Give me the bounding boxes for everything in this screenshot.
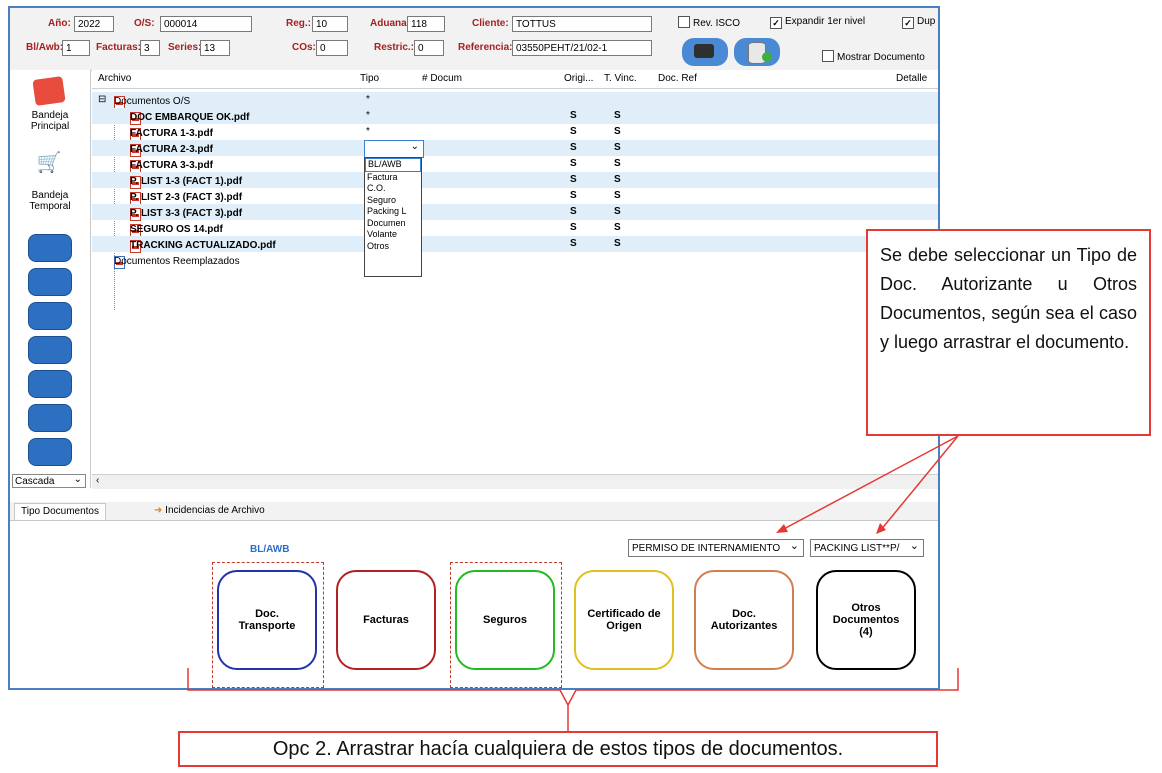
callout-box: Se debe seleccionar un Tipo de Doc. Auto… (866, 229, 1151, 436)
arrow-head-1 (776, 524, 788, 533)
arrow-line-1 (779, 435, 959, 532)
brace-line (187, 668, 959, 707)
bottom-note: Opc 2. Arrastrar hacía cualquiera de est… (178, 731, 938, 767)
arrow-line-2 (879, 435, 959, 532)
